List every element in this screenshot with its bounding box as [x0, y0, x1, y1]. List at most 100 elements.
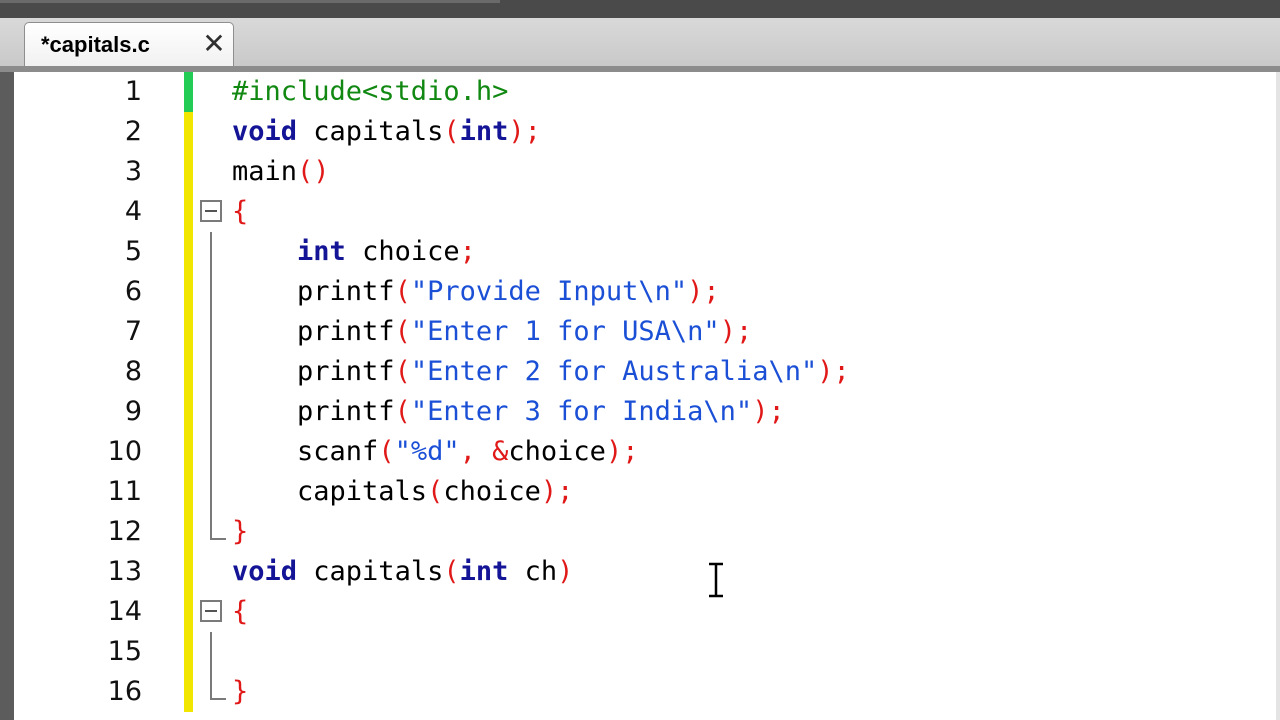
change-marker: [184, 432, 193, 472]
code-token: (: [394, 396, 411, 427]
top-highlight: [0, 0, 500, 3]
fold-end-guide: [210, 672, 226, 700]
line-number: 11: [107, 476, 142, 507]
code-token: capitals: [297, 556, 444, 587]
code-editor[interactable]: 1 #include<stdio.h> 2 void capitals(int); 3 m…: [14, 72, 1280, 720]
fold-toggle-icon[interactable]: [200, 200, 222, 222]
code-line[interactable]: 8 printf("Enter 2 for Australia\n");: [14, 352, 1280, 392]
change-marker: [184, 152, 193, 192]
change-marker: [184, 672, 193, 712]
fold-guide: [210, 472, 212, 512]
line-number: 5: [124, 236, 142, 267]
code-line[interactable]: 14 {: [14, 592, 1280, 632]
code-line[interactable]: 4{: [14, 192, 1280, 232]
code-token: capitals: [232, 476, 428, 507]
code-token: );: [719, 316, 753, 347]
change-marker: [184, 72, 193, 112]
code-line[interactable]: 11 capitals(choice);: [14, 472, 1280, 512]
line-number: 8: [124, 356, 142, 387]
code-token: main: [232, 156, 298, 187]
code-token: (: [443, 116, 460, 147]
code-token: (: [443, 556, 460, 587]
tab-label: *capitals.c: [41, 32, 150, 57]
fold-toggle-icon[interactable]: [200, 600, 222, 622]
line-number: 15: [107, 636, 142, 667]
code-text[interactable]: scanf("%d", &choice);: [232, 432, 638, 472]
code-token: );: [605, 436, 639, 467]
code-token: {: [232, 196, 249, 227]
code-token: (: [378, 436, 395, 467]
code-token: choice: [345, 236, 460, 267]
code-token: choice: [443, 476, 541, 507]
code-text[interactable]: int choice;: [232, 232, 476, 272]
code-line[interactable]: 10 scanf("%d", &choice);: [14, 432, 1280, 472]
line-number: 9: [124, 396, 142, 427]
code-token: void: [232, 116, 298, 147]
code-line[interactable]: 5 int choice;: [14, 232, 1280, 272]
code-line[interactable]: 16}: [14, 672, 1280, 712]
line-number: 3: [124, 156, 142, 187]
change-marker: [184, 112, 193, 152]
change-marker: [184, 352, 193, 392]
code-text[interactable]: }: [232, 512, 248, 552]
code-token: "Enter 2 for Australia\n": [410, 356, 818, 387]
code-token: (): [297, 156, 330, 187]
code-token: (: [394, 356, 411, 387]
code-line[interactable]: 6 printf("Provide Input\n");: [14, 272, 1280, 312]
line-number: 4: [124, 196, 142, 227]
line-number: 10: [107, 436, 142, 467]
code-token: printf: [232, 356, 395, 387]
fold-end-guide: [210, 512, 226, 540]
code-token: capitals: [297, 116, 444, 147]
window-top-strip: [0, 0, 1280, 18]
code-line[interactable]: 2 void capitals(int);: [14, 112, 1280, 152]
line-number: 12: [107, 516, 142, 547]
line-number: 14: [107, 596, 142, 627]
code-text[interactable]: capitals(choice);: [232, 472, 573, 512]
code-text[interactable]: printf("Enter 3 for India\n");: [232, 392, 785, 432]
code-token: "Enter 1 for USA\n": [410, 316, 720, 347]
code-line[interactable]: 13 void capitals(int ch): [14, 552, 1280, 592]
code-text[interactable]: printf("Enter 2 for Australia\n");: [232, 352, 850, 392]
code-text[interactable]: {: [232, 192, 248, 232]
code-token: int: [459, 116, 509, 147]
change-marker: [184, 192, 193, 232]
close-icon[interactable]: ✕: [201, 29, 227, 59]
code-text[interactable]: void capitals(int ch): [232, 552, 573, 592]
change-marker: [184, 592, 193, 632]
code-line[interactable]: 12}: [14, 512, 1280, 552]
code-line[interactable]: 15: [14, 632, 1280, 672]
code-token: );: [508, 116, 541, 147]
code-text[interactable]: printf("Enter 1 for USA\n");: [232, 312, 752, 352]
code-token: (: [427, 476, 444, 507]
code-text[interactable]: }: [232, 672, 248, 712]
change-marker: [184, 512, 193, 552]
code-token: ): [557, 556, 574, 587]
code-line[interactable]: 7 printf("Enter 1 for USA\n");: [14, 312, 1280, 352]
fold-guide: [210, 392, 212, 432]
code-text[interactable]: main(): [232, 152, 330, 192]
line-number: 6: [124, 276, 142, 307]
code-line[interactable]: 1 #include<stdio.h>: [14, 72, 1280, 112]
code-token: printf: [232, 316, 395, 347]
code-text[interactable]: #include<stdio.h>: [232, 72, 508, 112]
fold-guide: [210, 632, 212, 672]
text-cursor-icon: [709, 562, 723, 598]
code-text[interactable]: void capitals(int);: [232, 112, 541, 152]
code-line[interactable]: 9 printf("Enter 3 for India\n");: [14, 392, 1280, 432]
code-token: );: [817, 356, 850, 387]
code-text[interactable]: printf("Provide Input\n");: [232, 272, 720, 312]
code-line[interactable]: 3 main(): [14, 152, 1280, 192]
code-token: printf: [232, 396, 395, 427]
change-marker: [184, 312, 193, 352]
code-token: "Provide Input\n": [410, 276, 688, 307]
code-token: void: [232, 556, 298, 587]
line-number: 2: [124, 116, 142, 147]
tab-capitals-c[interactable]: *capitals.c ✕: [24, 22, 234, 66]
fold-guide: [210, 272, 212, 312]
code-token: ch: [508, 556, 558, 587]
change-marker: [184, 632, 193, 672]
code-token: }: [232, 676, 249, 707]
code-text[interactable]: {: [232, 592, 248, 632]
